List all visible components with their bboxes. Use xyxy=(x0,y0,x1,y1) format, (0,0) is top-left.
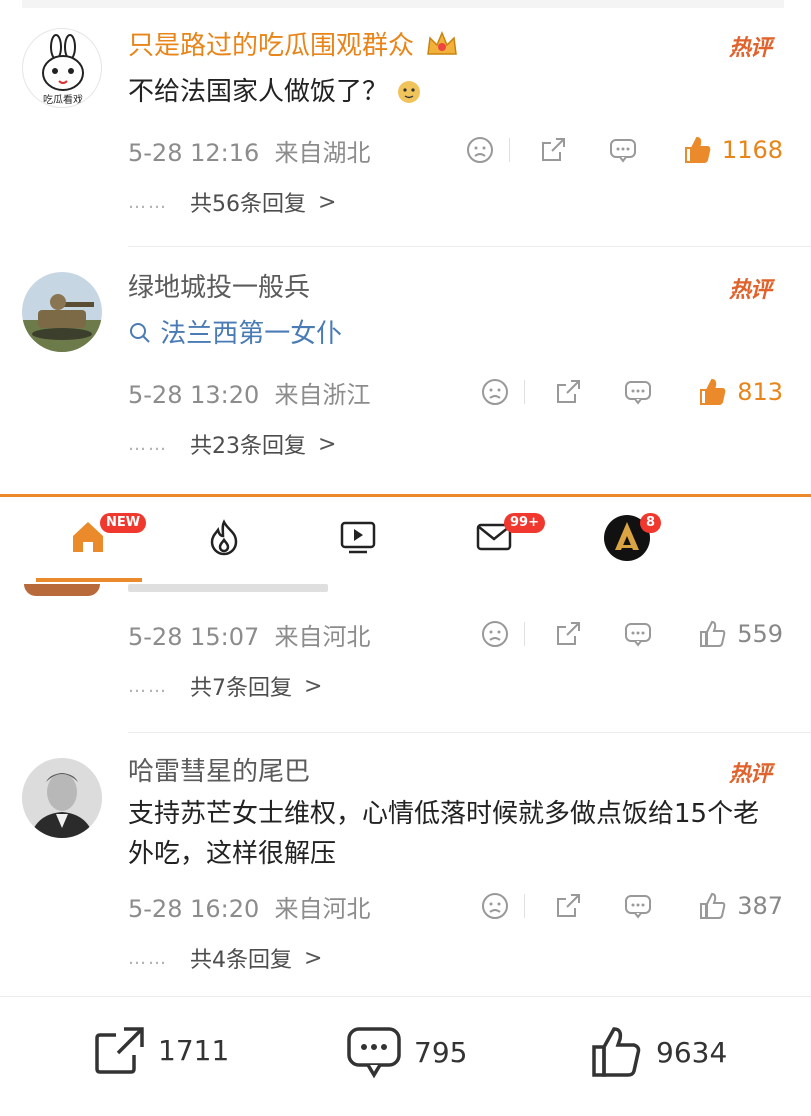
replies-link[interactable]: …… 共4条回复 > xyxy=(128,942,322,974)
search-icon xyxy=(128,317,152,357)
comment-username[interactable]: 绿地城投一般兵 xyxy=(128,273,310,303)
share-icon[interactable] xyxy=(553,891,583,921)
flame-icon xyxy=(210,519,238,556)
partial-avatar xyxy=(24,584,100,596)
divider xyxy=(128,732,811,733)
chevron-right-icon: > xyxy=(304,673,323,699)
dislike-icon[interactable] xyxy=(480,377,510,407)
chevron-right-icon: > xyxy=(318,431,337,457)
dislike-icon[interactable] xyxy=(480,891,510,921)
share-icon[interactable] xyxy=(553,619,583,649)
thumbs-up-icon xyxy=(592,1027,641,1077)
search-link-text: 法兰西第一女仆 xyxy=(160,319,343,349)
previous-item-bottom xyxy=(22,0,784,8)
chevron-right-icon: > xyxy=(318,189,337,215)
dislike-icon[interactable] xyxy=(480,619,510,649)
like-button[interactable]: 9634 xyxy=(590,1025,727,1079)
reply-icon[interactable] xyxy=(623,619,653,649)
comment-text: 支持苏芒女士维权，心情低落时候就多做点饭给15个老外吃，这样很解压 xyxy=(128,799,760,869)
tab-video[interactable] xyxy=(338,517,378,557)
avatar[interactable] xyxy=(22,272,102,352)
separator xyxy=(508,138,510,162)
avatar[interactable]: 吃瓜看戏 xyxy=(22,28,102,108)
crown-icon xyxy=(425,30,459,62)
reply-icon[interactable] xyxy=(608,135,638,165)
share-icon[interactable] xyxy=(553,377,583,407)
partial-comment-text xyxy=(128,584,328,592)
like-count: 813 xyxy=(737,378,783,406)
reply-icon[interactable] xyxy=(623,891,653,921)
comment-text: 不给法国家人做饭了？ xyxy=(128,77,389,107)
new-badge: NEW xyxy=(100,513,147,533)
like-icon[interactable] xyxy=(697,618,729,650)
replies-link[interactable]: …… 共23条回复 > xyxy=(128,428,336,460)
hot-comment-badge: 热评 xyxy=(728,762,772,787)
svg-text:吃瓜看戏: 吃瓜看戏 xyxy=(43,93,83,106)
share-icon xyxy=(95,1027,144,1074)
replies-link[interactable]: …… 共56条回复 > xyxy=(128,186,336,218)
profile-badge: 8 xyxy=(640,513,662,533)
avatar[interactable] xyxy=(22,758,102,838)
replies-link[interactable]: …… 共7条回复 > xyxy=(128,670,322,702)
bottom-action-bar: 1711 795 9634 xyxy=(0,996,811,1116)
like-icon[interactable] xyxy=(682,134,714,166)
active-tab-indicator xyxy=(36,578,142,582)
divider xyxy=(128,246,811,247)
comment-username[interactable]: 只是路过的吃瓜围观群众 xyxy=(128,31,414,61)
hot-comment-badge: 热评 xyxy=(728,278,772,303)
search-link[interactable]: 法兰西第一女仆 xyxy=(128,314,781,357)
like-count: 9634 xyxy=(656,1035,728,1069)
repost-button[interactable]: 1711 xyxy=(92,1025,229,1075)
dislike-icon[interactable] xyxy=(465,135,495,165)
video-icon xyxy=(340,521,376,554)
bottom-tab-bar: NEW 99+ 8 xyxy=(0,494,811,584)
comment-username[interactable]: 哈雷彗星的尾巴 xyxy=(128,757,310,787)
comment-time: 5-28 16:20 来自河北 xyxy=(128,894,371,923)
separator xyxy=(524,622,526,646)
comment-time: 5-28 15:07 来自河北 xyxy=(128,622,371,651)
chevron-right-icon: > xyxy=(304,945,323,971)
comment-icon xyxy=(347,1027,401,1079)
separator xyxy=(524,894,526,918)
like-count: 559 xyxy=(737,620,783,648)
comment-time: 5-28 12:16 来自湖北 xyxy=(128,138,371,167)
comment-count: 795 xyxy=(414,1035,468,1069)
like-icon[interactable] xyxy=(697,376,729,408)
like-count: 1168 xyxy=(721,136,783,164)
tab-hot[interactable] xyxy=(204,517,244,557)
separator xyxy=(524,380,526,404)
repost-count: 1711 xyxy=(158,1033,230,1067)
doge-emoji xyxy=(396,76,422,116)
comment-button[interactable]: 795 xyxy=(346,1025,467,1079)
message-count-badge: 99+ xyxy=(504,513,545,533)
share-icon[interactable] xyxy=(538,135,568,165)
hot-comment-badge: 热评 xyxy=(728,36,772,61)
like-count: 387 xyxy=(737,892,783,920)
reply-icon[interactable] xyxy=(623,377,653,407)
comment-time: 5-28 13:20 来自浙江 xyxy=(128,380,371,409)
like-icon[interactable] xyxy=(697,890,729,922)
